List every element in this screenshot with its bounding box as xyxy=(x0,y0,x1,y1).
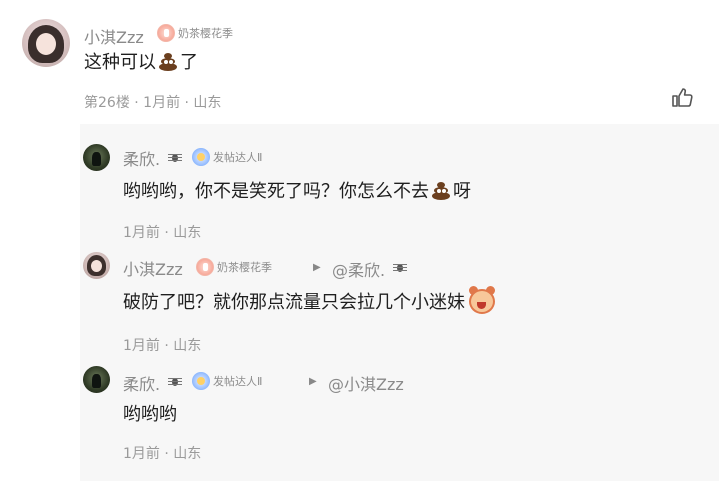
user-badge[interactable]: 奶茶樱花季 xyxy=(157,24,233,42)
reply-meta: 1月前 · 山东 xyxy=(123,338,202,354)
badge-label: 奶茶樱花季 xyxy=(217,261,272,274)
cat-sticker-icon xyxy=(467,286,497,316)
spider-icon xyxy=(168,374,182,390)
user-badge[interactable]: 发帖达人Ⅱ xyxy=(192,148,262,166)
poop-emoji-icon xyxy=(157,50,179,72)
reply-to-mention[interactable]: @柔欣. xyxy=(332,257,385,281)
comment-meta: 第26楼 · 1月前 · 山东 xyxy=(84,95,222,111)
reply-arrow-icon: ▶ xyxy=(309,376,317,387)
reply-arrow-icon: ▶ xyxy=(313,262,321,273)
reply-text: 哟哟哟 xyxy=(123,400,177,426)
reply-text-start: 哟哟哟，你不是笑死了吗？你怎么不去 xyxy=(123,181,429,202)
user-badge[interactable]: 奶茶樱花季 xyxy=(196,258,272,276)
replies-section: 柔欣. 发帖达人Ⅱ 哟哟哟，你不是笑死了吗？你怎么不去 呀 1月前 · 山东 小… xyxy=(80,124,719,481)
comment-text-end: 了 xyxy=(180,52,198,73)
avatar[interactable] xyxy=(83,144,110,171)
spider-icon xyxy=(393,260,407,276)
reply-text: 哟哟哟，你不是笑死了吗？你怎么不去 呀 xyxy=(123,177,471,203)
comment-username[interactable]: 小淇Zzz xyxy=(84,24,144,48)
thumbs-up-icon[interactable] xyxy=(670,86,694,110)
poop-emoji-icon xyxy=(430,179,452,201)
reply-text-start: 哟哟哟 xyxy=(123,404,177,425)
milk-tea-badge-icon xyxy=(196,258,214,276)
milk-tea-badge-icon xyxy=(157,24,175,42)
spider-icon xyxy=(168,150,182,166)
avatar[interactable] xyxy=(83,252,110,279)
avatar[interactable] xyxy=(83,366,110,393)
poster-badge-icon xyxy=(192,372,210,390)
reply-username[interactable]: 小淇Zzz xyxy=(123,256,183,280)
comment-text: 这种可以 了 xyxy=(84,48,198,74)
reply-username[interactable]: 柔欣. xyxy=(123,371,160,395)
reply-to-mention[interactable]: @小淇Zzz xyxy=(328,371,404,395)
poster-badge-icon xyxy=(192,148,210,166)
badge-label: 发帖达人Ⅱ xyxy=(213,151,263,164)
reply-username[interactable]: 柔欣. xyxy=(123,146,160,170)
avatar[interactable] xyxy=(22,19,70,67)
reply-text-end: 呀 xyxy=(453,181,471,202)
main-comment: 小淇Zzz 奶茶樱花季 这种可以 了 第26楼 · 1月前 · 山东 xyxy=(0,0,719,120)
badge-label: 奶茶樱花季 xyxy=(178,27,233,40)
badge-label: 发帖达人Ⅱ xyxy=(213,375,263,388)
comment-text-start: 这种可以 xyxy=(84,52,156,73)
reply-meta: 1月前 · 山东 xyxy=(123,225,202,241)
reply-text-start: 破防了吧？就你那点流量只会拉几个小迷妹 xyxy=(123,292,465,313)
reply-text: 破防了吧？就你那点流量只会拉几个小迷妹 xyxy=(123,286,497,316)
user-badge[interactable]: 发帖达人Ⅱ xyxy=(192,372,262,390)
reply-meta: 1月前 · 山东 xyxy=(123,446,202,462)
